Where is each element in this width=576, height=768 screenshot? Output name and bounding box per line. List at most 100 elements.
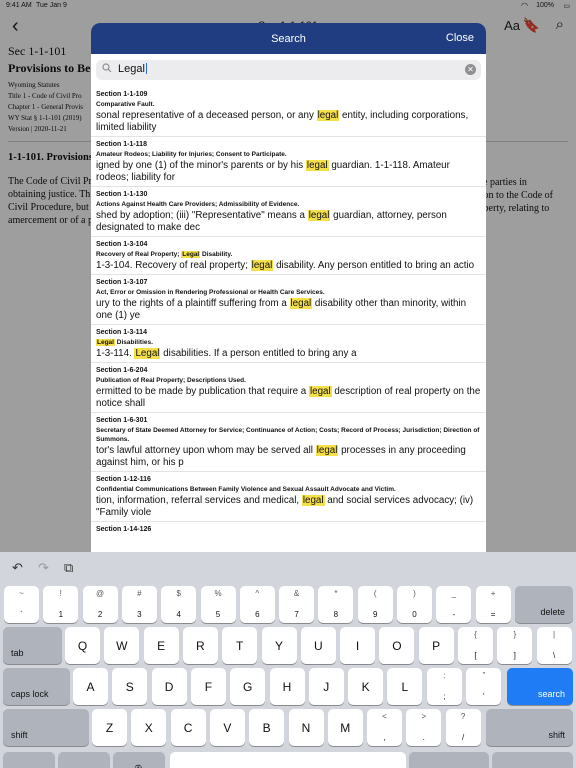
key[interactable]: <,	[367, 709, 402, 746]
key-shift-label: &	[293, 589, 300, 598]
close-button[interactable]: Close	[446, 32, 474, 44]
key-label: /	[461, 733, 465, 742]
search-field[interactable]: Legal ✕	[96, 60, 481, 80]
key[interactable]: V	[209, 709, 245, 746]
key-label: Z	[105, 720, 114, 735]
key-shift-label: #	[137, 589, 142, 598]
key[interactable]: ? /	[445, 709, 481, 746]
result-item[interactable]: Section 1-12-116 Confidential Communicat…	[91, 472, 486, 522]
key[interactable]: U	[300, 627, 336, 664]
key-label: [	[474, 651, 477, 660]
snippet-pre: tor's lawful attorney upon whom may be s…	[96, 445, 316, 456]
key[interactable]: I	[340, 627, 376, 664]
result-item[interactable]: Section 1-1-130 Actions Against Health C…	[91, 187, 486, 237]
key-label: 🎙	[113, 764, 165, 768]
numbers-key-left[interactable]: .?123	[58, 752, 110, 768]
shift-key-right[interactable]: shift	[486, 709, 573, 746]
tab-key[interactable]: tab	[3, 627, 62, 664]
key[interactable]: P	[418, 627, 454, 664]
microphone-icon[interactable]: 🎙	[113, 752, 165, 768]
key[interactable]: G	[230, 668, 266, 705]
key-shift-label: :	[443, 671, 446, 680]
key[interactable]: $4	[161, 586, 197, 623]
key[interactable]: L	[387, 668, 423, 705]
result-item[interactable]: Section 1-6-301 Secretary of State Deeme…	[91, 413, 486, 472]
key[interactable]: O	[379, 627, 415, 664]
key[interactable]: H	[269, 668, 305, 705]
result-item[interactable]: Section 1-6-204 Publication of Real Prop…	[91, 363, 486, 413]
key[interactable]: E	[143, 627, 179, 664]
key-label: F	[204, 679, 213, 694]
key[interactable]: T	[222, 627, 258, 664]
key[interactable]: >.	[406, 709, 442, 746]
key[interactable]: F	[190, 668, 226, 705]
key[interactable]: B	[249, 709, 285, 746]
caps-lock-key[interactable]: caps lock	[3, 668, 70, 705]
key-label: =	[490, 610, 496, 619]
key[interactable]: _ -	[436, 586, 472, 623]
key[interactable]: ! 1	[43, 586, 79, 623]
key-shift-label: |	[553, 630, 556, 639]
key[interactable]: * 8	[318, 586, 354, 623]
delete-key[interactable]: delete	[515, 586, 573, 623]
redo-icon[interactable]: ↷	[38, 560, 49, 576]
key[interactable]: J	[308, 668, 344, 705]
key[interactable]: | \	[536, 627, 572, 664]
result-item[interactable]: Section 1-1-109 Comparative Fault. sonal…	[91, 87, 486, 137]
key[interactable]: D	[151, 668, 187, 705]
key[interactable]: X	[131, 709, 167, 746]
key[interactable]: & 7	[279, 586, 315, 623]
keyboard-toolbar: ↶ ↷ ⧉	[0, 552, 576, 584]
key[interactable]: ~ `	[4, 586, 39, 623]
search-input[interactable]: Legal	[118, 63, 147, 75]
shift-key-left[interactable]: shift	[3, 709, 89, 746]
search-icon[interactable]: ⌕	[556, 16, 564, 33]
space-bar[interactable]	[170, 752, 406, 768]
key-label: E	[157, 638, 166, 653]
key-shift-label: ~	[19, 589, 24, 598]
key[interactable]: :;	[427, 668, 462, 705]
clear-icon[interactable]: ✕	[465, 64, 476, 75]
key[interactable]: N	[288, 709, 324, 746]
key[interactable]: ” '	[466, 668, 502, 705]
paste-icon[interactable]: ⧉	[64, 560, 73, 576]
key[interactable]: {[	[458, 627, 493, 664]
key[interactable]: }]	[497, 627, 533, 664]
key[interactable]: (9	[357, 586, 393, 623]
key[interactable]: W	[104, 627, 140, 664]
result-item[interactable]: Section 1-3-114 Legal Disabilities. 1-3-…	[91, 325, 486, 363]
result-item[interactable]: Section 1-1-118 Amateur Rodeos; Liabilit…	[91, 137, 486, 187]
result-item[interactable]: Section 1-3-104 Recovery of Real Propert…	[91, 237, 486, 275]
result-caption: Recovery of Real Property; Legal Disabil…	[96, 250, 481, 259]
key-label: V	[223, 720, 232, 735]
key[interactable]: + =	[475, 586, 511, 623]
key[interactable]: ) 0	[397, 586, 432, 623]
key[interactable]: C	[170, 709, 206, 746]
text-size-icon[interactable]: Aa	[504, 18, 520, 33]
key[interactable]: K	[348, 668, 384, 705]
result-item[interactable]: Section 1-14-126	[91, 522, 486, 537]
snippet-pre: ermitted to be made by publication that …	[96, 386, 309, 397]
key-label: 7	[294, 610, 299, 619]
key-label: \	[552, 651, 556, 660]
key[interactable]: Z	[92, 709, 127, 746]
status-bar: 9:41 AM Tue Jan 9 ◠ 100% ▭	[0, 0, 576, 12]
bookmark-icon[interactable]: 🔖	[523, 17, 540, 34]
key[interactable]: @2	[82, 586, 118, 623]
result-item[interactable]: Section 1-3-107 Act, Error or Omission i…	[91, 275, 486, 325]
search-key[interactable]: search	[507, 668, 573, 705]
key[interactable]: M	[327, 709, 363, 746]
key[interactable]: A	[73, 668, 108, 705]
hide-keyboard-icon[interactable]: ⌨	[492, 752, 573, 768]
snippet-highlight: legal	[315, 445, 339, 456]
key[interactable]: % 5	[200, 586, 236, 623]
numbers-key-right[interactable]: .?123	[409, 752, 489, 768]
emoji-icon[interactable]: ☺	[3, 752, 55, 768]
key[interactable]: Q	[65, 627, 100, 664]
key[interactable]: #3	[121, 586, 157, 623]
key[interactable]: R	[182, 627, 218, 664]
undo-icon[interactable]: ↶	[12, 560, 23, 576]
key[interactable]: Y	[261, 627, 297, 664]
key[interactable]: ^ 6	[239, 586, 275, 623]
key[interactable]: S	[112, 668, 148, 705]
